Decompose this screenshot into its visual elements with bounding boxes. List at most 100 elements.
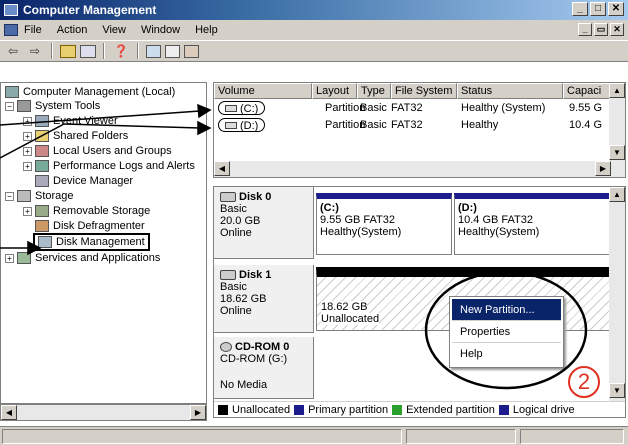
tree-item-event-viewer[interactable]: + Event Viewer <box>23 114 118 128</box>
expand-icon[interactable]: + <box>5 253 14 263</box>
disk-graphical-view: Disk 0 Basic 20.0 GB Online (C:) 9.55 GB… <box>213 186 626 418</box>
tree-label: Device Manager <box>53 175 134 187</box>
event-viewer-icon <box>35 115 49 127</box>
toolbar-separator <box>51 43 53 59</box>
folder-icon <box>35 130 49 142</box>
export-list-icon[interactable] <box>184 44 199 58</box>
close-button[interactable]: ✕ <box>608 2 624 16</box>
disk-size: 20.0 GB <box>220 215 261 227</box>
legend-primary: Primary partition <box>308 403 389 416</box>
tree-label: Disk Management <box>56 236 145 248</box>
device-manager-icon <box>35 175 49 187</box>
child-close-button[interactable]: ✕ <box>610 23 624 36</box>
disk-view-vertical-scrollbar[interactable]: ▲ ▼ <box>609 187 625 401</box>
menu-item-properties[interactable]: Properties <box>452 321 561 343</box>
column-status[interactable]: Status <box>457 83 563 99</box>
status-pane <box>520 429 624 444</box>
cell-status: Healthy <box>461 119 499 131</box>
tree-label: Computer Management (Local) <box>23 86 176 98</box>
tree-item-perf-logs[interactable]: + Performance Logs and Alerts <box>23 159 195 173</box>
tree-item-storage[interactable]: − Storage <box>5 189 74 203</box>
mmc-icon[interactable] <box>4 24 18 36</box>
tree-item-shared-folders[interactable]: + Shared Folders <box>23 129 128 143</box>
collapse-icon[interactable]: − <box>5 101 14 111</box>
scroll-right-icon[interactable]: ▶ <box>190 405 206 420</box>
partition-size: 9.55 GB FAT32 <box>320 214 396 226</box>
column-layout[interactable]: Layout <box>312 83 357 99</box>
disk-type: Basic <box>220 281 247 293</box>
volume-c[interactable]: (C:) <box>218 101 266 115</box>
minimize-button[interactable]: _ <box>572 2 588 16</box>
expand-icon[interactable]: + <box>23 161 32 171</box>
volume-d[interactable]: (D:) <box>218 118 266 132</box>
tree-label: Removable Storage <box>53 205 151 217</box>
expand-icon[interactable]: + <box>23 116 32 126</box>
removable-storage-icon <box>35 205 49 217</box>
help-icon[interactable]: ❓ <box>112 43 130 59</box>
scroll-left-icon[interactable]: ◀ <box>1 405 17 420</box>
menu-file[interactable]: File <box>24 24 42 36</box>
volume-list-horizontal-scrollbar[interactable]: ◀ ▶ <box>214 161 611 177</box>
legend-swatch-logical <box>498 404 509 415</box>
up-folder-icon[interactable] <box>60 44 76 58</box>
tree-item-root[interactable]: Computer Management (Local) <box>5 85 175 99</box>
scroll-down-icon[interactable]: ▼ <box>609 145 625 160</box>
menu-item-help[interactable]: Help <box>452 343 561 365</box>
column-type[interactable]: Type <box>357 83 391 99</box>
partition-d[interactable]: (D:) 10.4 GB FAT32 Healthy(System) <box>454 193 610 255</box>
column-file-system[interactable]: File System <box>391 83 457 99</box>
show-hide-tree-icon[interactable] <box>80 44 96 58</box>
menu-action[interactable]: Action <box>57 24 88 36</box>
cdrom-media: No Media <box>220 379 268 391</box>
status-pane <box>406 429 516 444</box>
forward-icon[interactable]: ⇨ <box>26 43 44 59</box>
scroll-up-icon[interactable]: ▲ <box>609 83 625 98</box>
tree-horizontal-scrollbar[interactable]: ◀ ▶ <box>0 404 207 421</box>
expand-icon[interactable]: + <box>23 206 32 216</box>
menu-view[interactable]: View <box>102 24 126 36</box>
disk0-info[interactable]: Disk 0 Basic 20.0 GB Online <box>214 187 314 259</box>
defragmenter-icon <box>35 220 49 232</box>
refresh-icon[interactable] <box>146 44 161 58</box>
scroll-up-icon[interactable]: ▲ <box>609 187 625 202</box>
child-restore-button[interactable]: ▭ <box>594 23 608 36</box>
cell-type: Basic <box>360 102 387 114</box>
partition-status: Healthy(System) <box>458 226 540 238</box>
tree-item-device-manager[interactable]: Device Manager <box>35 174 133 188</box>
menu-window[interactable]: Window <box>141 24 180 36</box>
legend-swatch-unallocated <box>218 404 228 415</box>
tree-item-removable-storage[interactable]: + Removable Storage <box>23 204 150 218</box>
legend-swatch-extended <box>392 404 403 415</box>
expand-icon[interactable]: + <box>23 131 32 141</box>
tree-label: Shared Folders <box>53 130 129 142</box>
tree-item-disk-management[interactable]: Disk Management <box>33 233 150 251</box>
tree-item-services-apps[interactable]: + Services and Applications <box>5 251 160 265</box>
drive-icon <box>225 122 237 129</box>
scroll-left-icon[interactable]: ◀ <box>214 161 230 176</box>
unallocated-label: Unallocated <box>321 313 380 325</box>
menu-help[interactable]: Help <box>195 24 218 36</box>
child-minimize-button[interactable]: _ <box>578 23 592 36</box>
maximize-button[interactable]: □ <box>590 2 606 16</box>
scroll-down-icon[interactable]: ▼ <box>609 383 625 398</box>
properties-icon[interactable] <box>165 44 180 58</box>
column-capacity[interactable]: Capaci <box>563 83 611 99</box>
tree-item-system-tools[interactable]: − System Tools <box>5 99 100 113</box>
back-icon[interactable]: ⇦ <box>4 43 22 59</box>
tree-item-local-users[interactable]: + Local Users and Groups <box>23 144 172 158</box>
volume-list-vertical-scrollbar[interactable]: ▲ ▼ <box>609 83 625 177</box>
disk1-info[interactable]: Disk 1 Basic 18.62 GB Online <box>214 265 314 333</box>
legend-unallocated: Unallocated <box>232 403 291 416</box>
tree-item-disk-defragmenter[interactable]: Disk Defragmenter <box>35 219 145 233</box>
tools-icon <box>17 100 31 112</box>
legend-swatch-primary <box>294 404 305 415</box>
partition-c[interactable]: (C:) 9.55 GB FAT32 Healthy(System) <box>316 193 452 255</box>
scroll-right-icon[interactable]: ▶ <box>595 161 611 176</box>
cell-capacity: 9.55 G <box>569 102 603 114</box>
cdrom-info[interactable]: CD-ROM 0 CD-ROM (G:) No Media <box>214 337 314 399</box>
column-volume[interactable]: Volume <box>214 83 312 99</box>
collapse-icon[interactable]: − <box>5 191 14 201</box>
menu-item-new-partition[interactable]: New Partition... <box>452 299 561 321</box>
volume-list-header: Volume Layout Type File System Status Ca… <box>214 83 625 99</box>
expand-icon[interactable]: + <box>23 146 32 156</box>
